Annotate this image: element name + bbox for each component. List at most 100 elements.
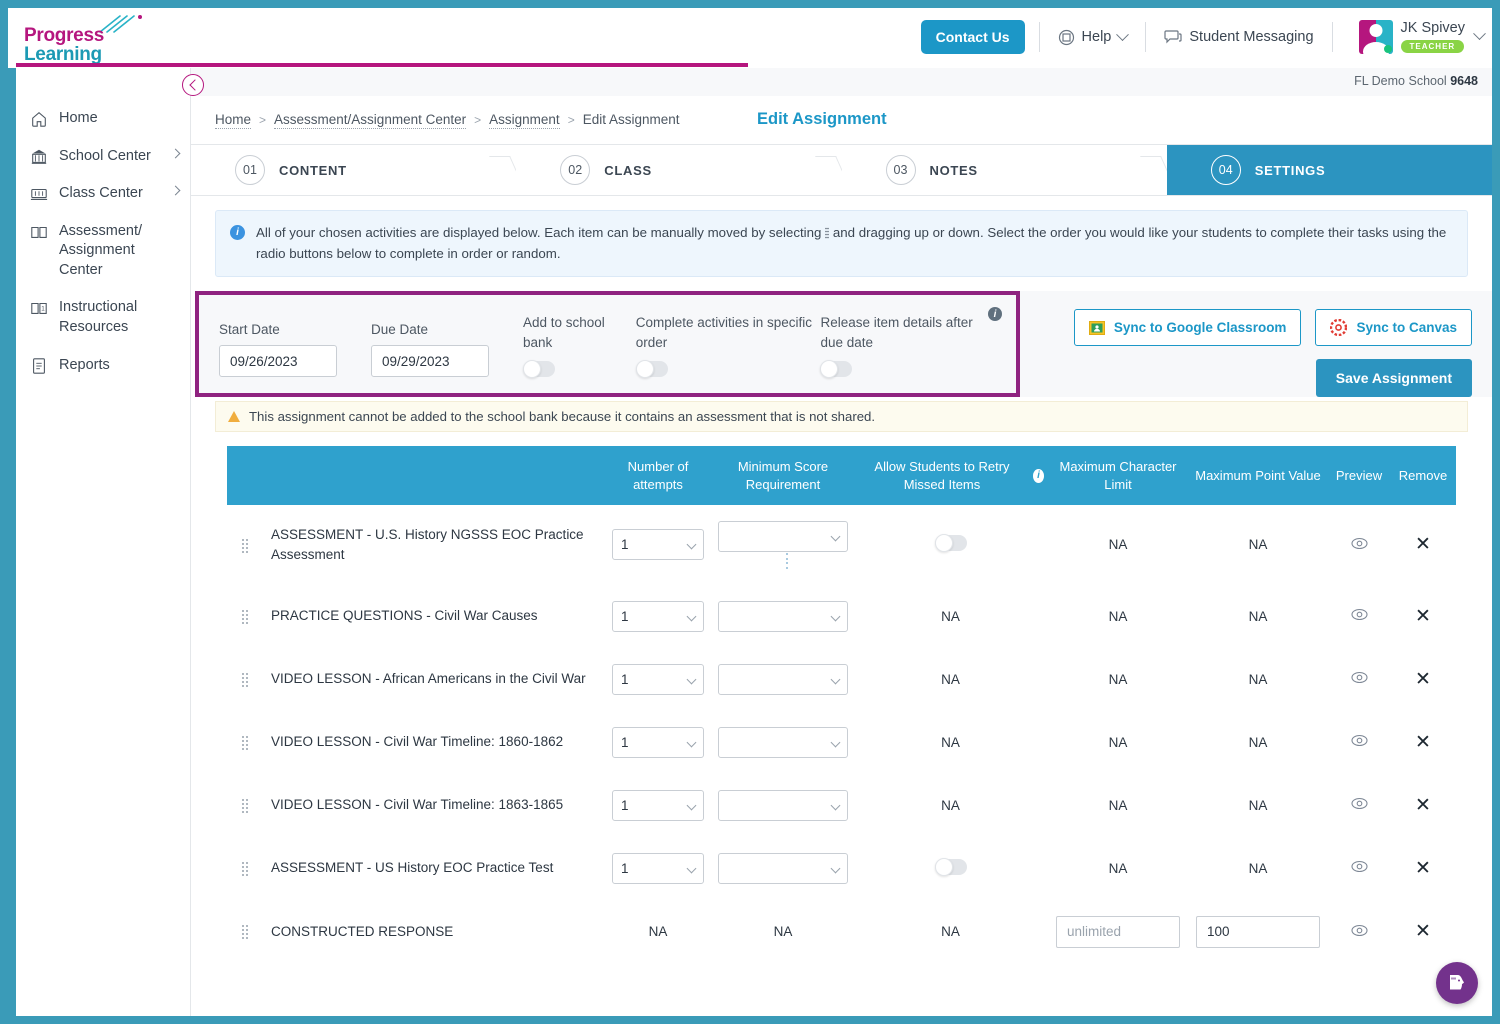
breadcrumb-item-home[interactable]: Home xyxy=(215,112,252,129)
attempts-cell: NA xyxy=(648,924,668,939)
breadcrumb-row: Home > Assessment/Assignment Center > As… xyxy=(191,96,1492,144)
preview-cell xyxy=(1328,505,1390,584)
remove-button[interactable]: ✕ xyxy=(1415,795,1431,816)
attempts-select[interactable]: 1 xyxy=(612,600,704,632)
attempts-select[interactable]: 1 xyxy=(612,529,704,561)
remove-button[interactable]: ✕ xyxy=(1415,534,1431,555)
tab-class[interactable]: 02 CLASS xyxy=(516,145,842,195)
eye-icon[interactable] xyxy=(1350,734,1368,747)
sidebar-item-reports[interactable]: Reports xyxy=(16,347,191,385)
drag-handle[interactable] xyxy=(227,585,263,648)
sync-canvas-button[interactable]: Sync to Canvas xyxy=(1315,309,1472,347)
step-number: 04 xyxy=(1210,155,1241,185)
remove-cell: ✕ xyxy=(1390,505,1456,584)
settings-info-icon[interactable]: i xyxy=(988,307,1002,322)
breadcrumb-separator: > xyxy=(259,113,267,127)
sidebar-item-home[interactable]: Home xyxy=(16,100,191,138)
add-to-school-bank-label: Add to school bank xyxy=(523,315,605,350)
col-allow-retry: Allow Students to Retry Missed Items i xyxy=(853,446,1048,506)
drag-handle[interactable] xyxy=(227,837,263,900)
start-date-input[interactable] xyxy=(219,345,337,378)
sidebar-item-school-center[interactable]: School Center xyxy=(16,138,191,176)
sidebar-item-assessment-assignment-center[interactable]: Assessment/ Assignment Center xyxy=(16,213,191,290)
preview-cell xyxy=(1328,585,1390,648)
min-score-select[interactable] xyxy=(718,663,848,695)
brand-logo[interactable]: Progress Learning xyxy=(16,12,196,65)
attempts-select[interactable]: 1 xyxy=(612,852,704,884)
save-assignment-button[interactable]: Save Assignment xyxy=(1315,359,1472,398)
breadcrumb-item-assignment[interactable]: Assignment xyxy=(489,112,560,129)
min-score-select[interactable] xyxy=(718,789,848,821)
activity-name: VIDEO LESSON - African Americans in the … xyxy=(271,671,586,687)
min-score-select[interactable] xyxy=(718,852,848,884)
complete-in-order-toggle[interactable] xyxy=(635,360,668,379)
remove-button[interactable]: ✕ xyxy=(1415,858,1431,879)
table-row: VIDEO LESSON - Civil War Timeline: 1860-… xyxy=(227,711,1456,774)
school-name: FL Demo School xyxy=(1354,74,1447,88)
help-menu[interactable]: Help xyxy=(1054,27,1132,46)
max-character-limit-input[interactable] xyxy=(1056,915,1180,948)
help-icon xyxy=(1058,29,1074,45)
user-menu[interactable]: JK Spivey TEACHER xyxy=(1358,20,1486,55)
student-messaging-link[interactable]: Student Messaging xyxy=(1160,29,1317,45)
col-max-character-limit: Maximum Character Limit xyxy=(1048,446,1188,506)
step-number: 02 xyxy=(560,155,591,185)
contact-us-button[interactable]: Contact Us xyxy=(920,20,1025,54)
activity-name: VIDEO LESSON - Civil War Timeline: 1863-… xyxy=(271,797,564,813)
attempts-select[interactable]: 1 xyxy=(612,789,704,821)
drag-handle[interactable] xyxy=(227,900,263,964)
chat-widget-button[interactable] xyxy=(1436,962,1478,1004)
eye-icon[interactable] xyxy=(1350,797,1368,810)
drag-handle[interactable] xyxy=(227,774,263,837)
eye-icon[interactable] xyxy=(1350,671,1368,684)
canvas-icon xyxy=(1330,319,1348,337)
retry-toggle[interactable] xyxy=(934,534,967,553)
point-value-cell: NA xyxy=(1248,537,1268,553)
allow-retry-info-icon[interactable]: i xyxy=(1032,468,1044,483)
min-score-select[interactable] xyxy=(718,600,848,632)
sidebar-item-instructional-resources[interactable]: 1 Instructional Resources xyxy=(16,289,191,346)
eye-icon[interactable] xyxy=(1350,860,1368,873)
preview-cell xyxy=(1328,711,1390,774)
retry-cell: NA xyxy=(941,608,960,624)
add-to-school-bank-toggle[interactable] xyxy=(523,360,555,379)
drag-handle-icon xyxy=(242,925,248,940)
attempts-select[interactable]: 1 xyxy=(612,663,704,695)
drag-handle[interactable] xyxy=(227,505,263,584)
sync-google-classroom-button[interactable]: Sync to Google Classroom xyxy=(1073,309,1302,347)
min-score-select[interactable] xyxy=(718,726,848,758)
chat-support-icon xyxy=(1450,975,1464,990)
row-options-icon[interactable] xyxy=(785,553,788,569)
due-date-input[interactable] xyxy=(371,345,489,378)
tab-settings[interactable]: 04 SETTINGS xyxy=(1166,145,1492,195)
min-score-select[interactable] xyxy=(718,521,848,553)
point-value-cell: NA xyxy=(1248,608,1268,624)
remove-button[interactable]: ✕ xyxy=(1415,606,1431,627)
sidebar-item-class-center[interactable]: Class Center xyxy=(16,175,191,213)
sidebar-item-label: Class Center xyxy=(59,185,143,202)
activities-table-wrap: Number of attempts Minimum Score Require… xyxy=(227,446,1456,963)
school-id: 9648 xyxy=(1450,74,1478,88)
tab-notes[interactable]: 03 NOTES xyxy=(841,145,1167,195)
brand-underline xyxy=(16,63,748,67)
collapse-sidebar-button[interactable] xyxy=(182,74,204,96)
drag-handle[interactable] xyxy=(227,711,263,774)
complete-in-order-label: Complete activities in specific order xyxy=(635,315,813,350)
drag-handle[interactable] xyxy=(227,648,263,711)
attempts-cell: 1 xyxy=(603,505,713,584)
remove-button[interactable]: ✕ xyxy=(1415,669,1431,690)
retry-toggle[interactable] xyxy=(934,857,967,876)
info-banner: i All of your chosen activities are disp… xyxy=(215,210,1468,278)
remove-button[interactable]: ✕ xyxy=(1415,921,1431,942)
release-item-details-toggle[interactable] xyxy=(820,360,853,379)
breadcrumb-item-assessment-center[interactable]: Assessment/Assignment Center xyxy=(274,112,467,129)
tab-content[interactable]: 01 CONTENT xyxy=(191,145,517,195)
remove-button[interactable]: ✕ xyxy=(1415,732,1431,753)
attempts-select[interactable]: 1 xyxy=(612,726,704,758)
eye-icon[interactable] xyxy=(1350,537,1368,550)
min-score-cell xyxy=(713,585,853,648)
retry-cell: NA xyxy=(941,734,960,750)
max-point-value-input[interactable] xyxy=(1196,915,1320,948)
eye-icon[interactable] xyxy=(1350,924,1368,937)
eye-icon[interactable] xyxy=(1350,608,1368,621)
